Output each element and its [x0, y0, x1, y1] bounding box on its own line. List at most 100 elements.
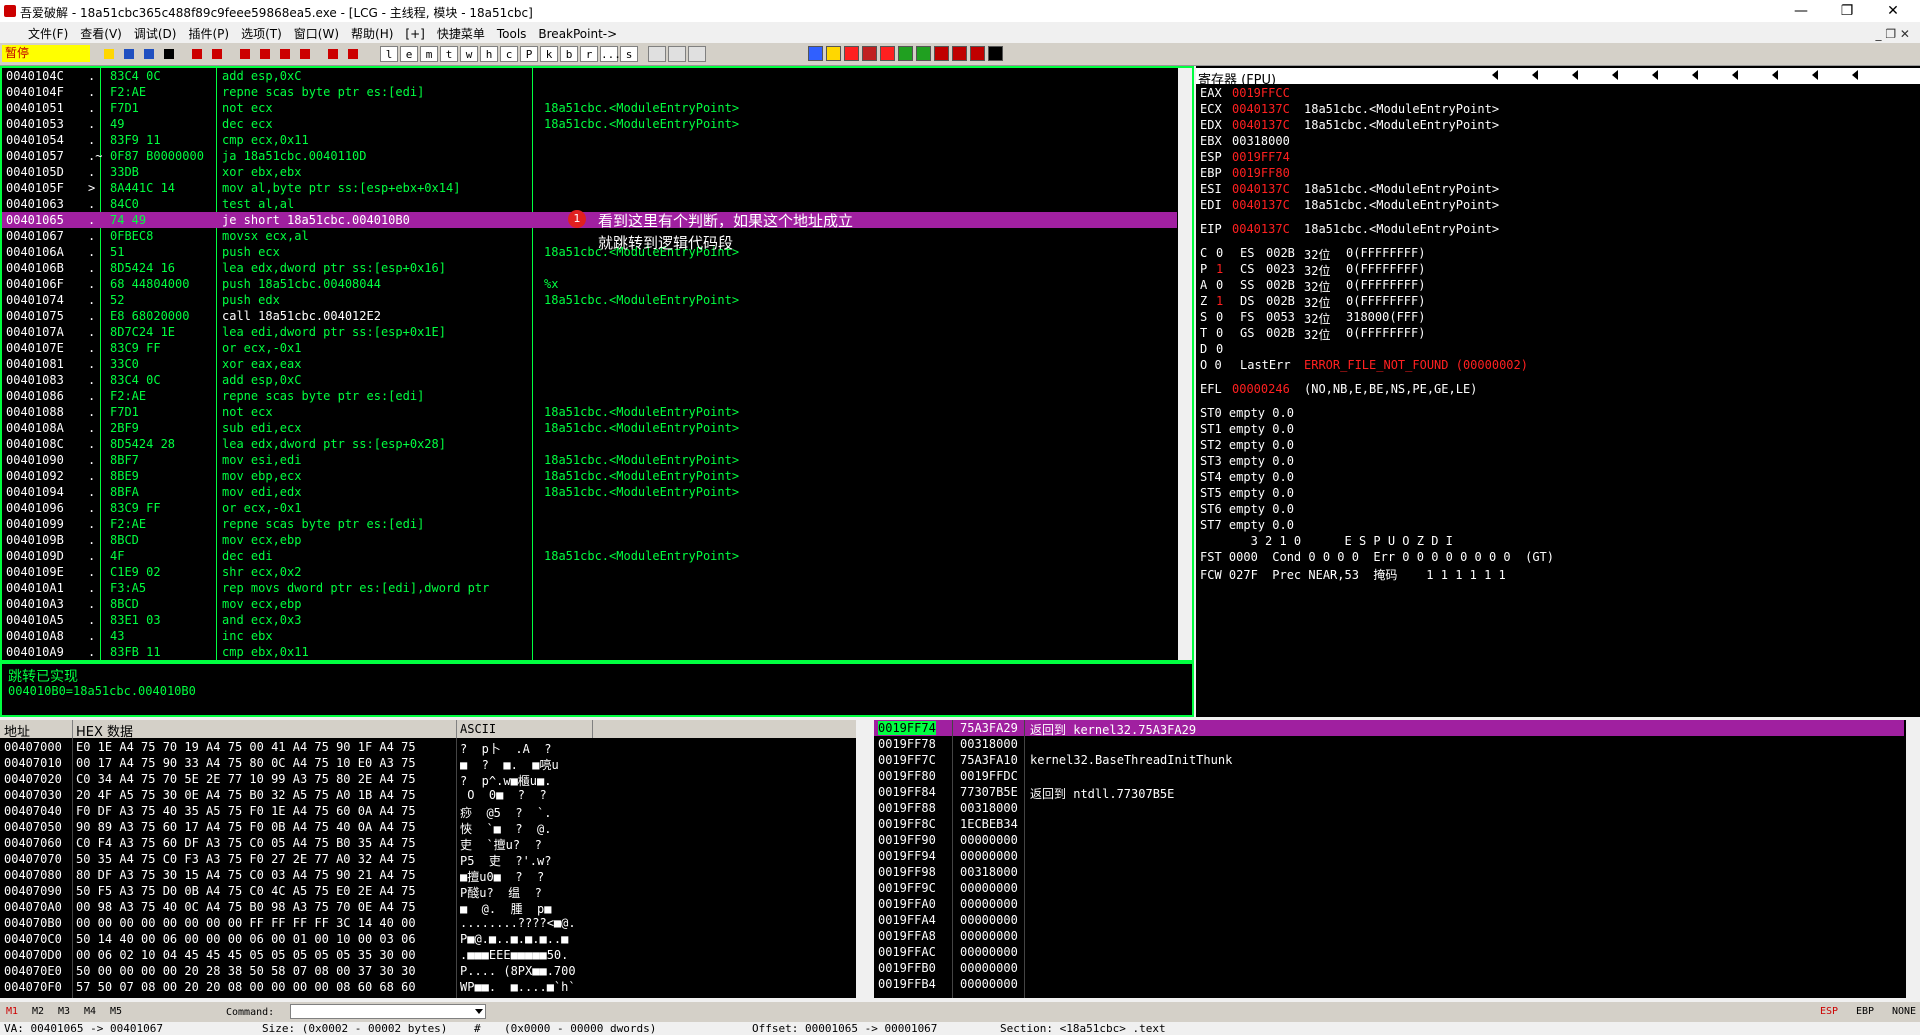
plugin-icon[interactable]: [862, 46, 877, 61]
dump-row[interactable]: 00407040 F0 DF A3 75 40 35 A5 75 F0 1E A4…: [0, 804, 856, 820]
menu-item[interactable]: BreakPoint->: [532, 24, 623, 44]
cpu-scrollbar[interactable]: [1178, 68, 1192, 660]
flag-value[interactable]: 0: [1216, 310, 1223, 324]
disasm-row[interactable]: 00401090. 8BF7 mov esi,edi 18a51cbc.<Module…: [2, 452, 1177, 468]
mark-button-m5[interactable]: M5: [110, 1006, 122, 1017]
stack-row[interactable]: 0019FFA0 00000000: [874, 896, 1904, 912]
disasm-row[interactable]: 0040109E. C1E9 02 shr ecx,0x2: [2, 564, 1177, 580]
disasm-row[interactable]: 0040107E. 83C9 FF or ecx,-0x1: [2, 340, 1177, 356]
menu-item[interactable]: 帮助(H): [345, 22, 399, 45]
stack-row[interactable]: 0019FFA8 00000000: [874, 928, 1904, 944]
chevron-left-icon[interactable]: [1812, 70, 1818, 80]
stack-row[interactable]: 0019FF9C 00000000: [874, 880, 1904, 896]
goto-icon[interactable]: [344, 46, 362, 62]
plugin-icon[interactable]: [988, 46, 1003, 61]
fpu-register[interactable]: ST4 empty 0.0: [1200, 470, 1294, 484]
register-value[interactable]: 0019FF74: [1232, 150, 1290, 164]
list-icon[interactable]: [648, 46, 666, 62]
fpu-register[interactable]: ST0 empty 0.0: [1200, 406, 1294, 420]
plugin-icon[interactable]: [844, 46, 859, 61]
window-button-r[interactable]: r: [580, 46, 598, 62]
dump-row[interactable]: 004070A0 00 98 A3 75 40 0C A4 75 B0 98 A3…: [0, 900, 856, 916]
register-value[interactable]: 0040137C: [1232, 182, 1290, 196]
fpu-register[interactable]: ST1 empty 0.0: [1200, 422, 1294, 436]
window-button-b[interactable]: b: [560, 46, 578, 62]
window-button-m[interactable]: m: [420, 46, 438, 62]
stack-row[interactable]: 0019FFAC 00000000: [874, 944, 1904, 960]
mark-button-m2[interactable]: M2: [32, 1006, 44, 1017]
mdi-controls[interactable]: _ ❐ ✕: [1870, 24, 1916, 44]
window-button-c[interactable]: c: [500, 46, 518, 62]
plugin-icon[interactable]: [880, 46, 895, 61]
menu-item[interactable]: [+]: [399, 24, 430, 44]
disasm-row[interactable]: 0040104C. 83C4 0C add esp,0xC: [2, 68, 1177, 84]
dump-row[interactable]: 004070C0 50 14 40 00 06 00 00 00 06 00 01…: [0, 932, 856, 948]
trace-over-icon[interactable]: [296, 46, 314, 62]
stack-row[interactable]: 0019FF78 00318000: [874, 736, 1904, 752]
efl-value[interactable]: 00000246: [1232, 382, 1290, 396]
window-button-h[interactable]: h: [480, 46, 498, 62]
dump-row[interactable]: 00407030 20 4F A5 75 30 0E A4 75 B0 32 A5…: [0, 788, 856, 804]
hex-dump-pane[interactable]: 地址 HEX 数据 ASCII 00407000 E0 1E A4 75 70 1…: [0, 720, 870, 998]
menu-item[interactable]: 窗口(W): [288, 22, 345, 45]
fpu-register[interactable]: ST2 empty 0.0: [1200, 438, 1294, 452]
mark-button-m3[interactable]: M3: [58, 1006, 70, 1017]
register-value[interactable]: 0019FF80: [1232, 166, 1290, 180]
chevron-left-icon[interactable]: [1652, 70, 1658, 80]
plugin-icon[interactable]: [970, 46, 985, 61]
dump-row[interactable]: 00407000 E0 1E A4 75 70 19 A4 75 00 41 A4…: [0, 740, 856, 756]
menu-item[interactable]: 文件(F): [0, 22, 74, 45]
stack-row[interactable]: 0019FFA4 00000000: [874, 912, 1904, 928]
disasm-row[interactable]: 00401054. 83F9 11 cmp ecx,0x11: [2, 132, 1177, 148]
stack-row[interactable]: 0019FF98 00318000: [874, 864, 1904, 880]
disasm-row[interactable]: 00401094. 8BFA mov edi,edx 18a51cbc.<Module…: [2, 484, 1177, 500]
dump-col-hex[interactable]: HEX 数据: [76, 721, 133, 740]
open-icon[interactable]: [100, 46, 118, 62]
flag-value[interactable]: 0: [1216, 246, 1223, 260]
fpu-register[interactable]: ST7 empty 0.0: [1200, 518, 1294, 532]
dump-row[interactable]: 00407080 80 DF A3 75 30 15 A4 75 C0 03 A4…: [0, 868, 856, 884]
disasm-row[interactable]: 0040106A. 51 push ecx 18a51cbc.<ModuleEntry…: [2, 244, 1177, 260]
trace-into-icon[interactable]: [276, 46, 294, 62]
stack-follow-none[interactable]: NONE: [1892, 1006, 1916, 1017]
grid-icon[interactable]: [668, 46, 686, 62]
menu-item[interactable]: 快捷菜单: [431, 22, 491, 45]
chevron-left-icon[interactable]: [1772, 70, 1778, 80]
window-button-dotsdotsdots[interactable]: ...: [600, 46, 621, 62]
dump-col-address[interactable]: 地址: [4, 721, 30, 740]
flag-value[interactable]: 0: [1216, 278, 1223, 292]
register-value[interactable]: 0040137C: [1232, 118, 1290, 132]
dump-row[interactable]: 00407070 50 35 A4 75 C0 F3 A3 75 F0 27 2E…: [0, 852, 856, 868]
stack-row[interactable]: 0019FF80 0019FFDC: [874, 768, 1904, 784]
menu-item[interactable]: 查看(V): [74, 22, 128, 45]
registers-pane[interactable]: 寄存器 (FPU) EAX 0019FFCC ECX 0040137C 18a51cbc…: [1196, 66, 1920, 717]
minimize-button[interactable]: —: [1778, 0, 1824, 22]
mark-button-m1[interactable]: M1: [6, 1006, 18, 1017]
stack-scrollbar[interactable]: [1906, 720, 1920, 998]
dump-row[interactable]: 004070D0 00 06 02 10 04 45 45 45 05 05 05…: [0, 948, 856, 964]
stack-row[interactable]: 0019FFB4 00000000: [874, 976, 1904, 992]
menu-item[interactable]: 调试(D): [128, 22, 183, 45]
window-button-l[interactable]: l: [380, 46, 398, 62]
chevron-left-icon[interactable]: [1492, 70, 1498, 80]
window-button-P[interactable]: P: [520, 46, 538, 62]
window-button-s[interactable]: s: [620, 46, 638, 62]
disasm-row[interactable]: 0040109D. 4F dec edi 18a51cbc.<ModuleEntryP…: [2, 548, 1177, 564]
mark-button-m4[interactable]: M4: [84, 1006, 96, 1017]
disasm-row[interactable]: 00401092. 8BE9 mov ebp,ecx 18a51cbc.<Module…: [2, 468, 1177, 484]
disasm-row[interactable]: 00401096. 83C9 FF or ecx,-0x1: [2, 500, 1177, 516]
disasm-row[interactable]: 0040108A. 2BF9 sub edi,ecx 18a51cbc.<Module…: [2, 420, 1177, 436]
command-input[interactable]: [290, 1004, 486, 1019]
run-icon[interactable]: [188, 46, 206, 62]
close-button[interactable]: ✕: [1870, 0, 1916, 22]
disasm-row[interactable]: 00401083. 83C4 0C add esp,0xC: [2, 372, 1177, 388]
window-button-e[interactable]: e: [400, 46, 418, 62]
disasm-row[interactable]: 00401081. 33C0 xor eax,eax: [2, 356, 1177, 372]
disasm-row[interactable]: 004010A8. 43 inc ebx: [2, 628, 1177, 644]
cpu-disassembly-pane[interactable]: 0040104C. 83C4 0C add esp,0xC 0040104F. F2:A…: [0, 66, 1194, 662]
maximize-button[interactable]: ❐: [1824, 0, 1870, 22]
stack-row[interactable]: 0019FF8C 1ECBEB34: [874, 816, 1904, 832]
disasm-row[interactable]: 00401051. F7D1 not ecx 18a51cbc.<ModuleEntr…: [2, 100, 1177, 116]
dump-col-ascii[interactable]: ASCII: [460, 722, 496, 736]
disasm-row[interactable]: 00401057 .~ 0F87 B0000000 ja 18a51cbc.00401…: [2, 148, 1177, 164]
